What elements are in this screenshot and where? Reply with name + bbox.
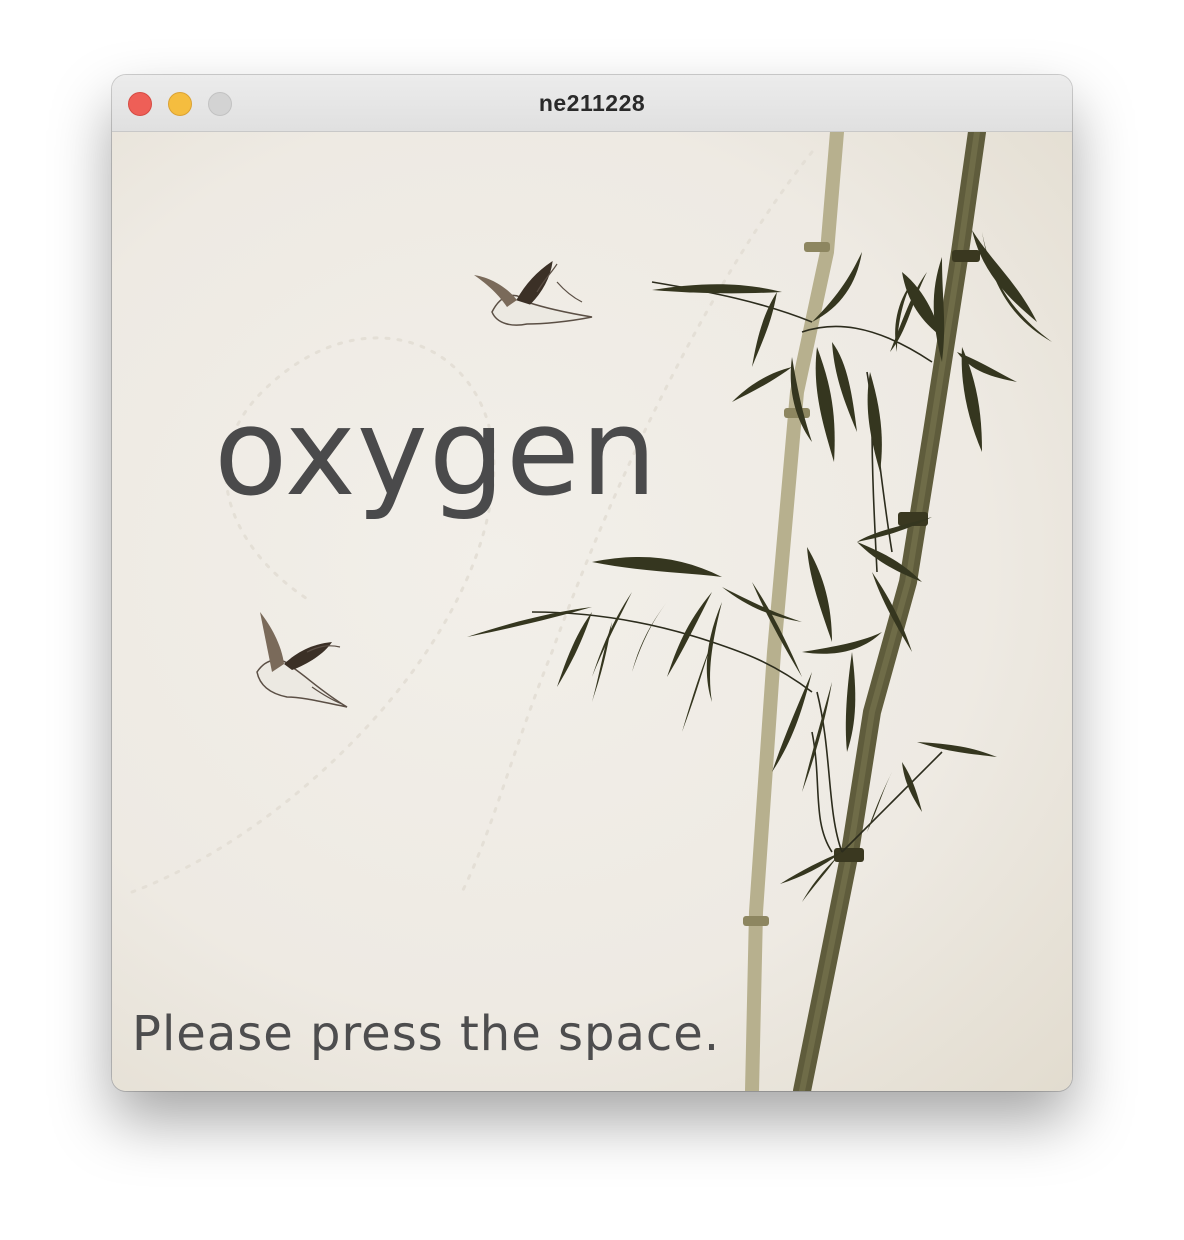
instruction-text: Please press the space. xyxy=(132,1006,721,1062)
bamboo-background-illustration xyxy=(130,132,1052,1091)
window-title: ne211228 xyxy=(538,90,646,116)
title-bar[interactable]: ne211228 xyxy=(112,75,1072,132)
target-word: oxygen xyxy=(214,384,658,523)
bird-lower xyxy=(256,612,348,708)
app-window: ne211228 oxygen Please press the space. xyxy=(112,75,1072,1091)
game-canvas[interactable]: oxygen Please press the space. xyxy=(112,132,1072,1091)
bird-upper xyxy=(474,260,593,326)
